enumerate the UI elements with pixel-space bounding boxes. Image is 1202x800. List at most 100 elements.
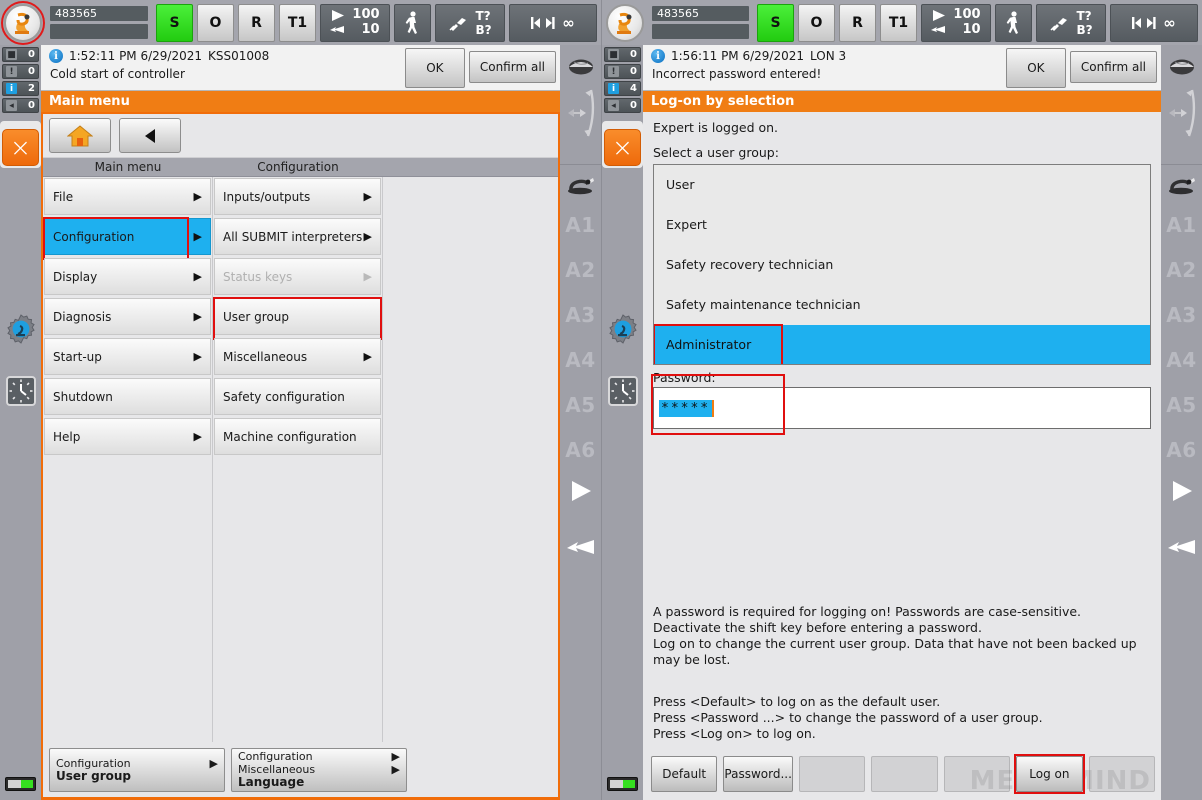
list-item-safety-recovery-technician[interactable]: Safety recovery technician <box>654 245 1150 285</box>
robot-menu-button[interactable] <box>606 3 644 42</box>
submit-interpreter-status[interactable]: S <box>156 3 193 42</box>
axis-label-a3[interactable]: A3 <box>565 303 595 327</box>
axis-label-a2[interactable]: A2 <box>565 258 595 282</box>
axis-label-a6[interactable]: A6 <box>1166 438 1196 462</box>
program-name-field[interactable]: 483565 <box>50 6 148 21</box>
override-button[interactable]: 100 10 <box>921 3 991 42</box>
axis-label-a1[interactable]: A1 <box>1166 213 1196 237</box>
menu-item-safety-configuration[interactable]: Safety configuration <box>214 378 381 415</box>
menu-item-shutdown[interactable]: Shutdown <box>44 378 211 415</box>
menu-item-start-up[interactable]: Start-up ▶ <box>44 338 211 375</box>
menu-item-display[interactable]: Display ▶ <box>44 258 211 295</box>
softkey-7[interactable] <box>1088 756 1156 792</box>
axis-label-a1[interactable]: A1 <box>565 213 595 237</box>
softkey-4[interactable] <box>871 756 938 792</box>
home-button[interactable] <box>49 118 111 153</box>
menu-item-miscellaneous[interactable]: Miscellaneous ▶ <box>214 338 381 375</box>
ok-button[interactable]: OK <box>404 47 465 88</box>
axis-label-a2[interactable]: A2 <box>1166 258 1196 282</box>
robot-menu-button[interactable] <box>1 0 45 45</box>
menu-item-inputs-outputs[interactable]: Inputs/outputs ▶ <box>214 178 381 215</box>
confirm-all-button[interactable]: Confirm all <box>1069 51 1157 83</box>
axis-move-icon[interactable] <box>564 85 598 141</box>
menu-item-all-submit-interpreters[interactable]: All SUBMIT interpreters ▶ <box>214 218 381 255</box>
list-item-expert[interactable]: Expert <box>654 205 1150 245</box>
tool-base-button[interactable]: T? B? <box>435 3 505 42</box>
world-coordinates-icon[interactable] <box>1169 57 1195 77</box>
program-name-secondary-field[interactable] <box>50 24 148 39</box>
ok-button[interactable]: OK <box>1005 47 1066 88</box>
program-name-secondary-field[interactable] <box>652 24 749 39</box>
world-coordinates-icon[interactable] <box>568 57 594 77</box>
operating-mode-button[interactable]: T1 <box>880 3 917 42</box>
axis-move-icon[interactable] <box>1165 85 1199 141</box>
drives-status[interactable]: O <box>197 3 234 42</box>
axis-label-a3[interactable]: A3 <box>1166 303 1196 327</box>
robot-axis-icon[interactable] <box>566 173 596 195</box>
menu-item-machine-configuration[interactable]: Machine configuration <box>214 418 381 455</box>
counter-info[interactable]: i 2 <box>2 81 39 96</box>
menu-item-help[interactable]: Help ▶ <box>44 418 211 455</box>
axis-label-a4[interactable]: A4 <box>1166 348 1196 372</box>
list-item-user[interactable]: User <box>654 165 1150 205</box>
message-text-right[interactable]: i 1:56:11 PM 6/29/2021 LON 3 Incorrect p… <box>643 45 1006 90</box>
list-item-safety-maintenance-technician[interactable]: Safety maintenance technician <box>654 285 1150 325</box>
increment-jogging-button[interactable]: ∞ <box>1110 3 1198 42</box>
default-button[interactable]: Default <box>651 756 718 792</box>
counter-warnings[interactable]: ! 0 <box>604 64 641 79</box>
play-icon[interactable] <box>568 479 594 503</box>
play-icon[interactable] <box>1169 479 1195 503</box>
message-text-left[interactable]: i 1:52:11 PM 6/29/2021 KSS01008 Cold sta… <box>41 45 405 90</box>
right-body: ■ 0 ! 0 i 4 ◂ 0 × i 1:56:11 PM 6/29/2021… <box>602 45 1202 800</box>
submit-interpreter-status[interactable]: S <box>757 3 794 42</box>
jog-mode-button[interactable] <box>995 3 1032 42</box>
axis-label-a5[interactable]: A5 <box>1166 393 1196 417</box>
settings-gear-icon[interactable] <box>606 312 640 346</box>
robot-interpreter-status[interactable]: R <box>839 3 876 42</box>
robot-interpreter-status[interactable]: R <box>238 3 275 42</box>
password-input[interactable]: ***** <box>653 387 1151 429</box>
override-button[interactable]: 100 10 <box>320 3 390 42</box>
password-button[interactable]: Password... <box>723 756 793 792</box>
axis-label-a4[interactable]: A4 <box>565 348 595 372</box>
menu-item-file[interactable]: File ▶ <box>44 178 211 215</box>
hand-jog-icon[interactable] <box>566 537 595 557</box>
settings-gear-icon[interactable] <box>4 312 38 346</box>
counter-errors[interactable]: ■ 0 <box>2 47 39 62</box>
counter-info[interactable]: i 4 <box>604 81 641 96</box>
tool-base-button[interactable]: T? B? <box>1036 3 1106 42</box>
operating-mode-button[interactable]: T1 <box>279 3 316 42</box>
menu-item-label: Safety configuration <box>223 389 345 404</box>
hand-jog-icon[interactable] <box>1167 537 1196 557</box>
close-message-button[interactable]: × <box>2 129 39 166</box>
tab-configuration-miscellaneous-language[interactable]: Configuration ▶ Miscellaneous ▶ Language <box>231 747 407 792</box>
softkey-5[interactable] <box>943 756 1011 792</box>
softkey-3[interactable] <box>798 756 866 792</box>
counter-warnings[interactable]: ! 0 <box>2 64 39 79</box>
program-name-field[interactable]: 483565 <box>652 6 749 21</box>
drives-status[interactable]: O <box>798 3 835 42</box>
increment-jogging-button[interactable]: ∞ <box>509 3 597 42</box>
axis-label-a5[interactable]: A5 <box>565 393 595 417</box>
close-message-button[interactable]: × <box>604 129 641 166</box>
back-button[interactable] <box>119 118 181 153</box>
tab-configuration-user-group[interactable]: Configuration ▶ User group <box>49 747 225 792</box>
menu-item-user-group[interactable]: User group <box>213 297 382 340</box>
list-item-administrator[interactable]: Administrator <box>654 324 1150 364</box>
user-group-list[interactable]: User Expert Safety recovery technician S… <box>653 164 1151 365</box>
log-on-button[interactable]: Log on <box>1014 754 1086 794</box>
robot-axis-icon[interactable] <box>1167 173 1197 195</box>
left-content: i 1:52:11 PM 6/29/2021 KSS01008 Cold sta… <box>41 45 560 800</box>
clock-icon[interactable] <box>4 374 38 408</box>
jog-mode-button[interactable] <box>394 3 431 42</box>
menu-columns: Main menu File ▶ Configuration ▶ Display… <box>43 158 558 742</box>
base-label: B? <box>1076 22 1093 37</box>
menu-item-diagnosis[interactable]: Diagnosis ▶ <box>44 298 211 335</box>
menu-item-configuration[interactable]: Configuration ▶ <box>43 217 211 260</box>
counter-acknowledge[interactable]: ◂ 0 <box>604 98 641 113</box>
clock-icon[interactable] <box>606 374 640 408</box>
axis-label-a6[interactable]: A6 <box>565 438 595 462</box>
counter-errors[interactable]: ■ 0 <box>604 47 641 62</box>
counter-acknowledge[interactable]: ◂ 0 <box>2 98 39 113</box>
confirm-all-button[interactable]: Confirm all <box>468 51 556 83</box>
